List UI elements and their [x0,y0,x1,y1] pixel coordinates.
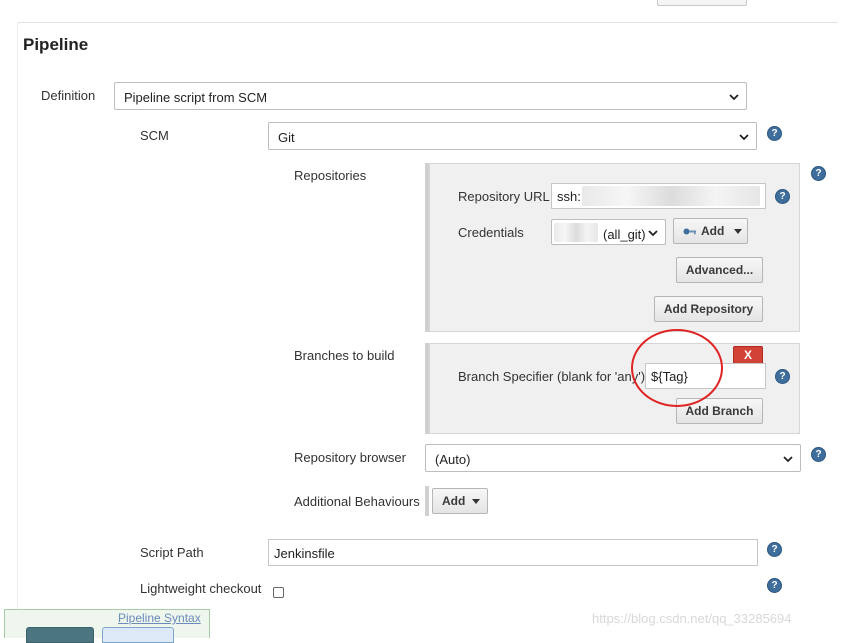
additional-behaviours-label: Additional Behaviours [294,494,420,509]
repositories-help-icon[interactable]: ? [811,166,826,181]
watermark: https://blog.csdn.net/qq_33285694 [592,611,792,626]
repository-url-input[interactable]: ssh: [551,183,766,209]
repository-browser-select[interactable]: (Auto) [425,444,801,472]
repository-browser-value: (Auto) [435,452,471,467]
repository-url-label: Repository URL [458,189,550,204]
highlight-circle [631,329,723,407]
chevron-down-icon [739,134,749,141]
scm-help-icon[interactable]: ? [767,126,782,141]
definition-select-value: Pipeline script from SCM [124,90,268,105]
add-behaviour-label: Add [442,494,466,508]
definition-select[interactable]: Pipeline script from SCM [114,82,747,110]
caret-down-icon [472,499,480,504]
behaviours-panel-bar [425,486,429,516]
add-repository-button[interactable]: Add Repository [654,296,763,322]
apply-button[interactable] [102,627,174,643]
previous-section-button[interactable] [657,0,747,6]
add-branch-label: Add Branch [685,404,754,418]
section-divider [18,22,838,23]
definition-label: Definition [41,88,96,103]
lightweight-checkout-checkbox[interactable] [273,587,284,598]
advanced-button[interactable]: Advanced... [676,257,763,283]
scm-label: SCM [140,128,169,143]
branch-specifier-help-icon[interactable]: ? [775,369,790,384]
lightweight-checkout-help-icon[interactable]: ? [767,578,782,593]
script-path-help-icon[interactable]: ? [767,542,782,557]
repository-browser-help-icon[interactable]: ? [811,447,826,462]
chevron-down-icon [648,230,658,237]
chevron-down-icon [783,456,793,463]
key-icon [683,228,696,235]
section-title: Pipeline [23,35,89,54]
add-credentials-label: Add [701,224,725,238]
script-path-label: Script Path [140,545,204,560]
credentials-select-value: (all_git) [603,227,646,242]
add-repository-label: Add Repository [663,302,754,316]
caret-down-icon [734,229,742,234]
redacted-credentials [554,223,598,242]
repository-url-help-icon[interactable]: ? [775,189,790,204]
pipeline-syntax-link[interactable]: Pipeline Syntax [118,611,201,625]
repository-url-value: ssh: [557,189,581,204]
save-button[interactable] [26,627,94,643]
repositories-label: Repositories [294,168,367,183]
scm-select[interactable]: Git [268,122,757,150]
scm-select-value: Git [278,130,295,145]
credentials-select[interactable]: (all_git) [551,219,666,245]
redacted-url [582,186,760,206]
add-credentials-button[interactable]: Add [673,218,748,244]
form-left-border [17,22,18,638]
add-behaviour-button[interactable]: Add [432,488,488,514]
branch-specifier-label: Branch Specifier (blank for 'any') [458,369,646,384]
credentials-label: Credentials [458,225,524,240]
advanced-button-label: Advanced... [685,263,754,277]
lightweight-checkout-label: Lightweight checkout [140,581,262,596]
repository-browser-label: Repository browser [294,450,406,465]
script-path-value: Jenkinsfile [274,546,335,561]
chevron-down-icon [729,94,739,101]
branches-label: Branches to build [294,348,395,363]
script-path-input[interactable]: Jenkinsfile [268,539,758,566]
